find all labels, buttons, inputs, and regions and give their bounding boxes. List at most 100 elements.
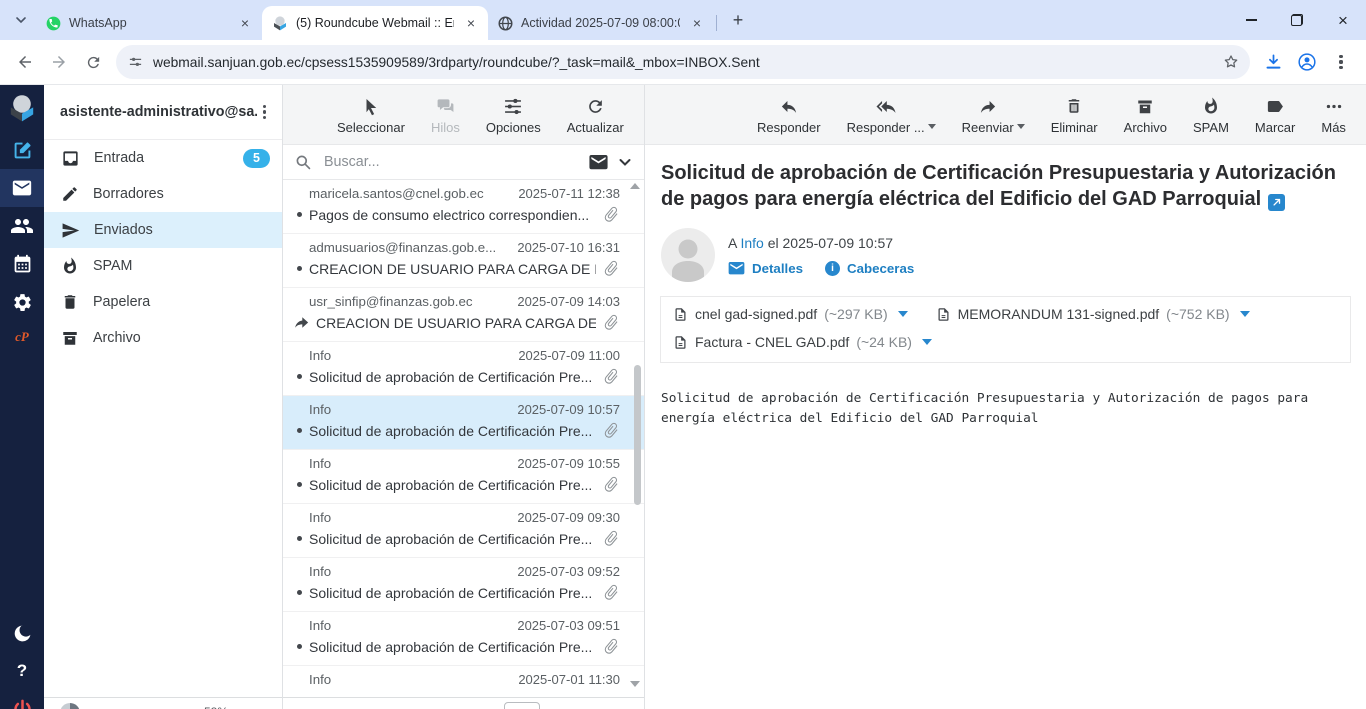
attachment-chip[interactable]: cnel gad-signed.pdf (~297 KB)	[673, 300, 908, 328]
app-sidebar: cP ?	[0, 85, 44, 709]
logout-power-icon	[11, 698, 34, 709]
spam-button[interactable]: SPAM	[1193, 94, 1229, 135]
scrollbar-up-arrow[interactable]	[630, 183, 640, 189]
archive-button[interactable]: Archivo	[1124, 94, 1167, 135]
scrollbar-down-arrow[interactable]	[630, 681, 640, 687]
downloads-button[interactable]	[1256, 45, 1290, 79]
settings-nav-button[interactable]	[0, 283, 44, 321]
dark-mode-moon-icon	[12, 623, 33, 644]
forward-button[interactable]: Reenviar	[962, 94, 1014, 135]
sidebar-item-archivo[interactable]: Archivo	[44, 320, 282, 356]
tab-close-icon[interactable]: ×	[688, 14, 706, 32]
unread-dot-icon	[297, 590, 302, 595]
search-scope-envelope-icon[interactable]	[589, 155, 608, 170]
cpanel-button[interactable]: cP	[0, 321, 44, 353]
bookmark-star-icon[interactable]	[1222, 53, 1240, 71]
profile-button[interactable]	[1290, 45, 1324, 79]
last-page-button[interactable]: »	[578, 705, 587, 709]
prev-page-button[interactable]: ‹	[322, 705, 328, 709]
contacts-nav-button[interactable]	[0, 207, 44, 245]
dark-mode-button[interactable]	[12, 623, 33, 644]
message-list-item[interactable]: Info 2025-07-03 09:51 Solicitud de aprob…	[283, 612, 644, 666]
page-number-input[interactable]	[504, 702, 540, 709]
tab-roundcube[interactable]: (5) Roundcube Webmail :: Envia ×	[262, 6, 488, 40]
tab-search-button[interactable]	[8, 7, 34, 33]
url-bar[interactable]: webmail.sanjuan.gob.ec/cpsess1535909589/…	[116, 45, 1250, 79]
back-button[interactable]	[8, 45, 42, 79]
search-input[interactable]	[322, 153, 579, 171]
profile-icon	[1297, 52, 1317, 72]
message-sender: admusuarios@finanzas.gob.e...	[309, 240, 509, 255]
message-list-item[interactable]: Info 2025-07-09 10:55 Solicitud de aprob…	[283, 450, 644, 504]
trash-icon	[1065, 96, 1083, 116]
message-subject: CREACION DE USUARIO PARA CARGA DE I...	[316, 315, 596, 331]
forward-menu-caret[interactable]	[1017, 124, 1025, 129]
attachment-menu-caret[interactable]	[898, 311, 908, 317]
calendar-nav-button[interactable]	[0, 245, 44, 283]
account-menu-button[interactable]	[257, 101, 272, 124]
tab-close-icon[interactable]: ×	[236, 14, 254, 32]
reply-button[interactable]: Responder	[757, 94, 821, 135]
trash-icon	[61, 293, 79, 311]
fire-icon	[61, 257, 79, 275]
forward-button[interactable]	[42, 45, 76, 79]
pointer-icon	[362, 97, 380, 116]
scrollbar-thumb[interactable]	[634, 365, 641, 505]
first-page-button[interactable]: «	[297, 705, 306, 709]
message-list-item[interactable]: Info 2025-07-03 09:52 Solicitud de aprob…	[283, 558, 644, 612]
reply-all-button[interactable]: Responder ...	[847, 94, 925, 135]
window-restore-button[interactable]	[1274, 0, 1320, 40]
message-list-item[interactable]: maricela.santos@cnel.gob.ec 2025-07-11 1…	[283, 180, 644, 234]
attachment-menu-caret[interactable]	[922, 339, 932, 345]
message-list-item[interactable]: Info 2025-07-09 09:30 Solicitud de aprob…	[283, 504, 644, 558]
search-options-chevron-icon[interactable]	[618, 155, 632, 169]
reload-button[interactable]	[76, 45, 110, 79]
sidebar-item-borradores[interactable]: Borradores	[44, 176, 282, 212]
tab-whatsapp[interactable]: WhatsApp ×	[36, 6, 262, 40]
tab-actividad[interactable]: Actividad 2025-07-09 08:00:00 ×	[488, 6, 714, 40]
browser-menu-button[interactable]	[1324, 45, 1358, 79]
mail-nav-button[interactable]	[0, 169, 44, 207]
external-link-icon[interactable]	[1268, 194, 1285, 211]
message-date: 2025-07-09 10:57	[517, 402, 620, 417]
message-list-item[interactable]: admusuarios@finanzas.gob.e... 2025-07-10…	[283, 234, 644, 288]
refresh-button[interactable]: Actualizar	[567, 94, 624, 135]
paperclip-icon	[603, 584, 620, 601]
help-button[interactable]: ?	[17, 661, 27, 681]
attachment-chip[interactable]: Factura - CNEL GAD.pdf (~24 KB)	[673, 328, 932, 356]
sidebar-item-spam[interactable]: SPAM	[44, 248, 282, 284]
next-page-button[interactable]: ›	[556, 705, 562, 709]
message-list-item[interactable]: usr_sinfip@finanzas.gob.ec 2025-07-09 14…	[283, 288, 644, 342]
headers-toggle[interactable]: i Cabeceras	[825, 261, 914, 276]
details-toggle[interactable]: Detalles	[728, 261, 803, 276]
help-icon: ?	[17, 661, 27, 680]
delete-button[interactable]: Eliminar	[1051, 94, 1098, 135]
message-subject: Solicitud de aprobación de Certificación…	[309, 531, 596, 547]
browser-navbar: webmail.sanjuan.gob.ec/cpsess1535909589/…	[0, 40, 1366, 85]
mark-button[interactable]: Marcar	[1255, 94, 1295, 135]
more-button[interactable]: Más	[1321, 94, 1346, 135]
attachment-chip[interactable]: MEMORANDUM 131-signed.pdf (~752 KB)	[936, 300, 1250, 328]
threads-button[interactable]: Hilos	[431, 94, 460, 135]
logout-button[interactable]	[11, 698, 34, 709]
compose-button[interactable]	[0, 131, 44, 169]
recipient-link[interactable]: Info	[740, 235, 763, 251]
message-sender: Info	[309, 564, 509, 579]
window-minimize-button[interactable]	[1228, 0, 1274, 40]
attachment-menu-caret[interactable]	[1240, 311, 1250, 317]
message-sender: Info	[309, 348, 510, 363]
account-email: asistente-administrativo@sa...	[60, 104, 257, 120]
reply-all-menu-caret[interactable]	[928, 124, 936, 129]
sidebar-item-entrada[interactable]: Entrada 5	[44, 140, 282, 176]
new-tab-button[interactable]: +	[725, 7, 751, 33]
select-button[interactable]: Seleccionar	[337, 94, 405, 135]
message-list-item[interactable]: Info 2025-07-09 10:57 Solicitud de aprob…	[283, 396, 644, 450]
sidebar-item-papelera[interactable]: Papelera	[44, 284, 282, 320]
options-button[interactable]: Opciones	[486, 94, 541, 135]
sidebar-item-enviados[interactable]: Enviados	[44, 212, 282, 248]
search-bar	[283, 145, 644, 180]
window-close-button[interactable]: ×	[1320, 0, 1366, 40]
tab-close-icon[interactable]: ×	[462, 14, 480, 32]
message-list-item[interactable]: Info 2025-07-09 11:00 Solicitud de aprob…	[283, 342, 644, 396]
message-list-pane: Seleccionar Hilos Opciones Actualizar	[283, 85, 645, 709]
